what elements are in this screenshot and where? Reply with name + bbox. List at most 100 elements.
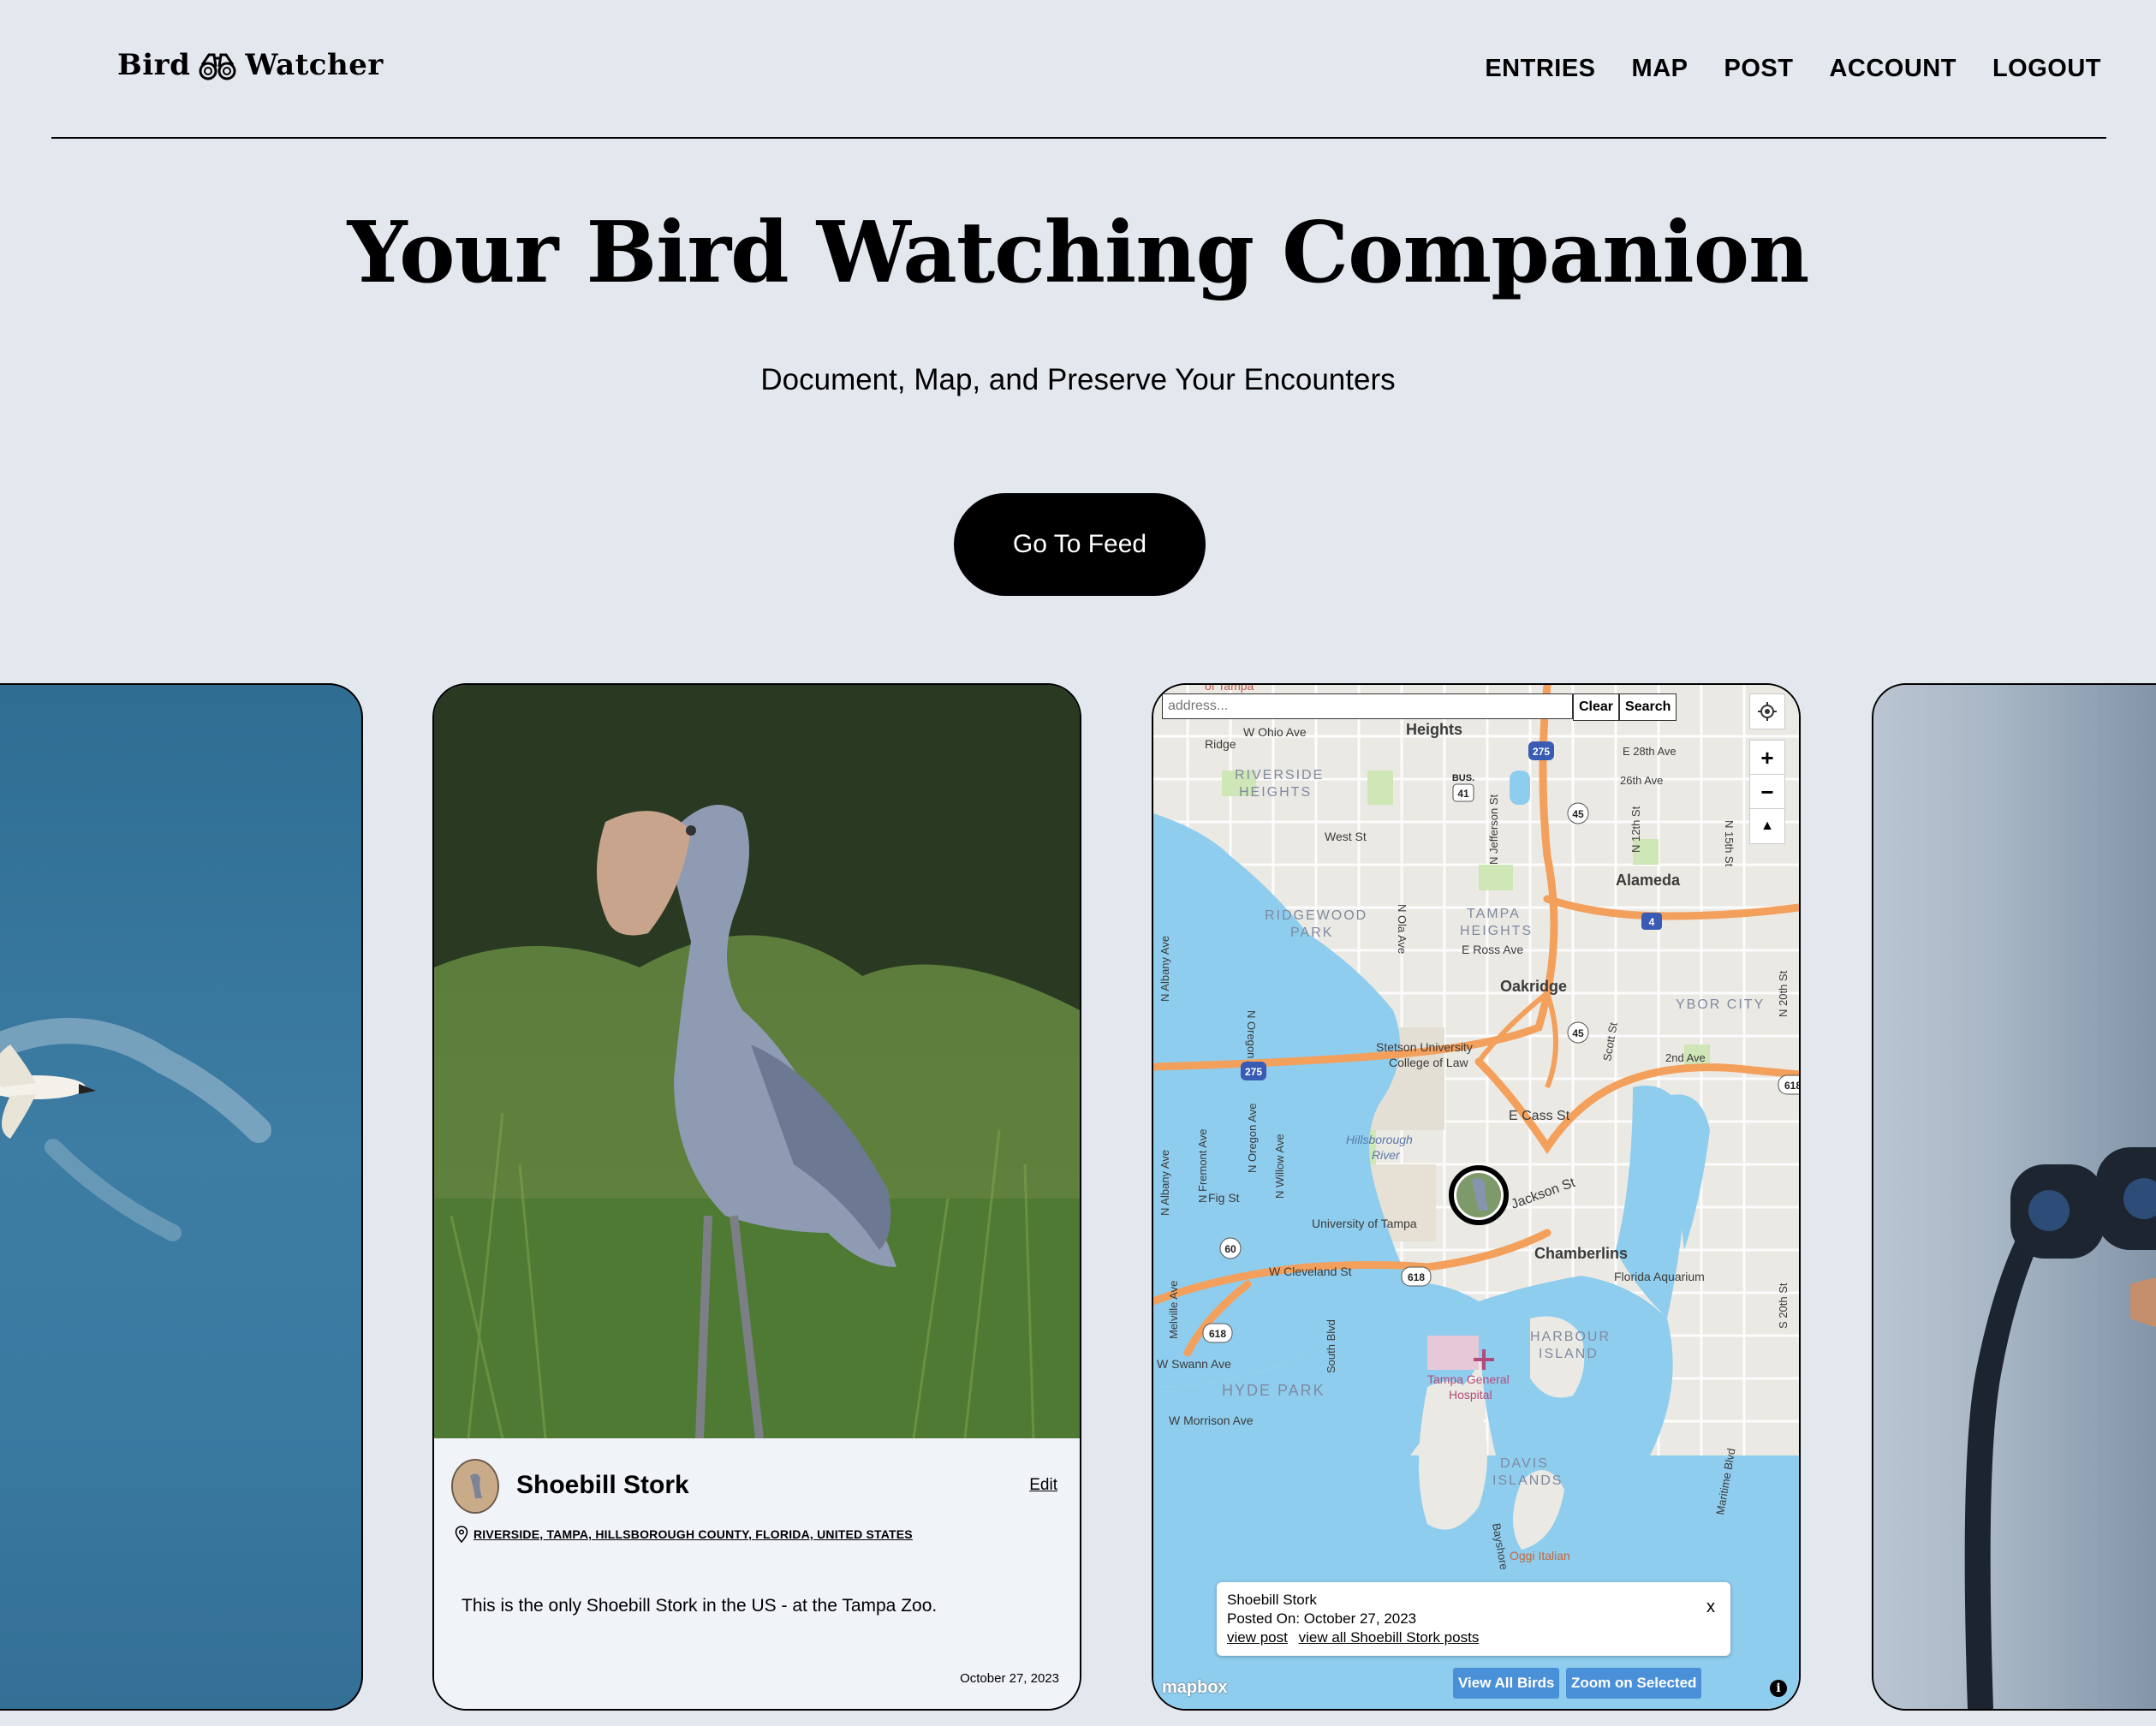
seagull-photo	[0, 1018, 271, 1241]
map-label-alameda: Alameda	[1616, 872, 1681, 889]
map-label-aquarium: Florida Aquarium	[1614, 1270, 1705, 1283]
brand-logo[interactable]: Bird Watcher	[117, 48, 384, 82]
go-to-feed-button[interactable]: Go To Feed	[954, 493, 1206, 596]
map-label-tgh-2: Hospital	[1449, 1388, 1492, 1402]
zoom-in-button[interactable]: +	[1749, 740, 1785, 776]
avatar[interactable]	[451, 1459, 499, 1514]
nav-post[interactable]: POST	[1724, 55, 1793, 83]
map-label-tampa-heights-2: HEIGHTS	[1460, 924, 1533, 938]
map-label-e-ross: E Ross Ave	[1462, 943, 1523, 956]
brand-name-right: Watcher	[245, 48, 384, 82]
map-label-tampa-heights: TAMPA	[1467, 907, 1521, 921]
post-card[interactable]: Shoebill Stork Edit RIVERSIDE, TAMPA, HI…	[432, 683, 1081, 1711]
map-label-n-fremont: N Fremont Ave	[1196, 1129, 1209, 1203]
view-all-birds-button[interactable]: View All Birds	[1453, 1668, 1560, 1699]
attribution-info-icon[interactable]: i	[1770, 1680, 1787, 1697]
popup-close-button[interactable]: x	[1706, 1598, 1715, 1616]
post-body: Shoebill Stork Edit RIVERSIDE, TAMPA, HI…	[434, 1438, 1080, 1709]
map-label-heights: Heights	[1406, 721, 1462, 738]
map-label-oakridge: Oakridge	[1500, 978, 1567, 995]
map-label-top: of Tampa	[1205, 685, 1254, 693]
map-label-davis: DAVIS	[1500, 1456, 1549, 1471]
address-search-input[interactable]	[1162, 693, 1573, 719]
view-post-link[interactable]: view post	[1227, 1629, 1288, 1646]
map-label-ridgewood-2: PARK	[1290, 925, 1333, 940]
zoom-out-button[interactable]: −	[1749, 774, 1785, 810]
binoculars-photo	[1873, 685, 2156, 1709]
map-label-e28: E 28th Ave	[1623, 745, 1677, 758]
location-pin-icon	[455, 1526, 468, 1543]
map-label-university-tampa: University of Tampa	[1312, 1217, 1417, 1230]
map-canvas[interactable]: of Tampa Heights W Ohio Ave Ridge RIVERS…	[1153, 685, 1799, 1709]
map-label-e-cass: E Cass St	[1509, 1109, 1570, 1123]
route-41-shield: 41	[1457, 788, 1469, 800]
geolocate-icon[interactable]	[1749, 693, 1785, 729]
view-all-posts-link[interactable]: view all Shoebill Stork posts	[1299, 1629, 1480, 1646]
binoculars-icon	[199, 53, 236, 80]
map-label-river: River	[1372, 1148, 1401, 1162]
map-popup: Shoebill Stork Posted On: October 27, 20…	[1217, 1582, 1730, 1656]
route-618-shield-2: 618	[1408, 1271, 1425, 1283]
map-label-oggi: Oggi Italian	[1510, 1549, 1570, 1562]
search-button[interactable]: Search	[1619, 693, 1677, 721]
post-location-text: RIVERSIDE, TAMPA, HILLSBOROUGH COUNTY, F…	[473, 1527, 913, 1541]
bird-map-marker[interactable]	[1449, 1165, 1509, 1225]
map-label-riverside-2: HEIGHTS	[1239, 785, 1312, 800]
route-45-shield-2: 45	[1572, 1027, 1584, 1039]
map-label-davis-2: ISLANDS	[1492, 1473, 1563, 1488]
route-45-shield: 45	[1572, 808, 1584, 820]
hero-subtitle: Document, Map, and Preserve Your Encount…	[760, 363, 1396, 396]
map-label-hillsborough-river: Hillsborough	[1346, 1133, 1413, 1146]
popup-posted-date: Posted On: October 27, 2023	[1227, 1610, 1417, 1627]
carousel-card-binoculars[interactable]	[1872, 683, 2156, 1711]
clear-button[interactable]: Clear	[1573, 693, 1620, 721]
map-label-cleveland: W Cleveland St	[1269, 1265, 1352, 1278]
map-label-ridgewood: RIDGEWOOD	[1265, 908, 1367, 923]
map-label-fig-st: Fig St	[1208, 1191, 1240, 1205]
header-divider	[51, 137, 2106, 139]
edit-link[interactable]: Edit	[1029, 1476, 1057, 1495]
map-label-chamberlins: Chamberlins	[1534, 1245, 1628, 1262]
map-search-bar: Clear Search	[1162, 693, 1677, 721]
map-card[interactable]: of Tampa Heights W Ohio Ave Ridge RIVERS…	[1152, 683, 1801, 1711]
map-label-n-oregon-2: N Oregon Ave	[1246, 1104, 1259, 1173]
nav-map[interactable]: MAP	[1632, 55, 1688, 83]
map-label-n-20th: N 20th St	[1777, 970, 1790, 1017]
post-title: Shoebill Stork	[516, 1471, 689, 1499]
map-label-stetson-2: College of Law	[1389, 1056, 1469, 1069]
map-label-n-albany-2: N Albany Ave	[1158, 1150, 1171, 1216]
compass-icon[interactable]: ▲	[1749, 808, 1785, 844]
map-label-swann: W Swann Ave	[1157, 1357, 1231, 1371]
map-label-n-albany: N Albany Ave	[1158, 936, 1171, 1002]
map-label-ybor: YBOR CITY	[1676, 997, 1765, 1012]
zoom-on-selected-button[interactable]: Zoom on Selected	[1566, 1668, 1702, 1699]
route-618-shield: 618	[1784, 1080, 1799, 1092]
route-275-shield: 275	[1533, 746, 1550, 758]
shoebill-stork-photo	[434, 685, 1080, 1439]
mapbox-logo[interactable]: mapbox	[1162, 1678, 1228, 1698]
map-label-n-willow: N Willow Ave	[1273, 1134, 1286, 1199]
post-location[interactable]: RIVERSIDE, TAMPA, HILLSBOROUGH COUNTY, F…	[455, 1526, 913, 1543]
nav-logout[interactable]: LOGOUT	[1992, 55, 2101, 83]
brand-name-left: Bird	[117, 48, 191, 82]
route-618-shield-3: 618	[1209, 1328, 1226, 1340]
route-4-shield: 4	[1649, 916, 1655, 928]
map-label-riverside: RIVERSIDE	[1235, 768, 1324, 783]
map-label-harbour-2: ISLAND	[1539, 1347, 1599, 1361]
map-label-n-ola: N Ola Ave	[1396, 904, 1409, 954]
map-label-south-blvd: South Blvd	[1325, 1319, 1337, 1373]
map-label-west-st: West St	[1325, 830, 1367, 843]
hero-title: Your Bird Watching Companion	[347, 204, 1810, 302]
map-label-ridge: Ridge	[1205, 737, 1236, 751]
map-label-w-ohio: W Ohio Ave	[1243, 725, 1307, 739]
post-description: This is the only Shoebill Stork in the U…	[462, 1596, 938, 1616]
map-label-26th: 26th Ave	[1620, 774, 1663, 787]
map-label-hyde-park: HYDE PARK	[1222, 1382, 1325, 1399]
nav-account[interactable]: ACCOUNT	[1829, 55, 1956, 83]
map-label-melville: Melville Ave	[1167, 1281, 1180, 1339]
site-header: Bird Watcher ENTRIES MAP POST ACCOUNT LO…	[0, 0, 2156, 139]
route-60-shield: 60	[1224, 1243, 1236, 1255]
nav-entries[interactable]: ENTRIES	[1485, 55, 1595, 83]
map-label-n-15th: N 15th St	[1723, 820, 1736, 867]
carousel-card-seagull[interactable]	[0, 683, 363, 1711]
